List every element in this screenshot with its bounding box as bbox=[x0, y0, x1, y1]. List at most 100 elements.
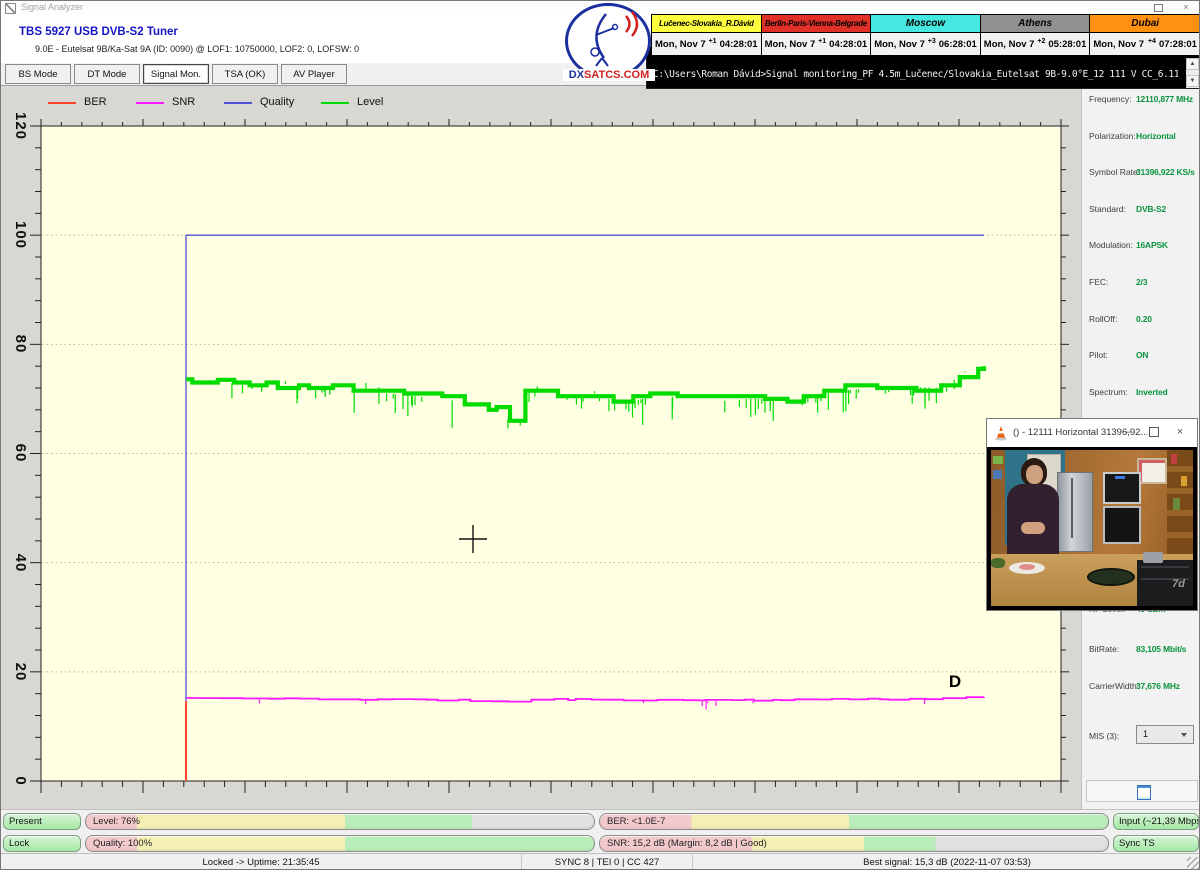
pot bbox=[1143, 552, 1163, 563]
y-tick-120: 120 bbox=[15, 108, 29, 144]
dxsatcs-logo: DXSATCS.COM bbox=[559, 3, 659, 87]
cmd-scrollbar[interactable]: ▲ ▼ bbox=[1186, 58, 1199, 88]
video-minimize-button[interactable]: – bbox=[1119, 425, 1137, 441]
oven-display bbox=[1115, 476, 1125, 479]
signal-status-bars: Present Lock Level: 76% Quality: 100% BE… bbox=[1, 809, 1200, 853]
param-polarization: Polarization:Horizontal bbox=[1082, 131, 1200, 143]
clock-athens: Athens Mon, Nov 7+205:28:01 bbox=[981, 15, 1091, 55]
signal-chart[interactable]: D bbox=[1, 86, 1081, 809]
file-list-icon bbox=[1137, 785, 1151, 800]
satellite-dish-icon bbox=[568, 8, 648, 70]
lock-indicator: Lock bbox=[3, 835, 81, 852]
legend-quality: Quality bbox=[224, 96, 294, 110]
video-window: () - 12111 Horizontal 31396,92... – × bbox=[986, 418, 1198, 611]
close-button[interactable]: × bbox=[1175, 1, 1197, 14]
level-bar: Level: 76% bbox=[85, 813, 595, 830]
shelf-bottle bbox=[1173, 498, 1180, 510]
present-indicator: Present bbox=[3, 813, 81, 830]
param-spectrum: Spectrum:Inverted bbox=[1082, 387, 1200, 399]
clock-moscow: Moscow Mon, Nov 7+306:28:01 bbox=[871, 15, 981, 55]
vlc-cone-icon bbox=[994, 425, 1008, 441]
clock-dubai: Dubai Mon, Nov 7+407:28:01 bbox=[1090, 15, 1200, 55]
plate-food bbox=[1019, 564, 1035, 570]
wall-art bbox=[1137, 458, 1167, 484]
tab-dt-mode[interactable]: DT Mode bbox=[74, 64, 140, 84]
window-title: Signal Analyzer bbox=[21, 2, 83, 12]
tab-signal-mon[interactable]: Signal Mon. bbox=[143, 64, 209, 84]
mis-dropdown[interactable]: 1 bbox=[1136, 725, 1194, 744]
sync-ts-indicator: Sync TS bbox=[1113, 835, 1199, 852]
legend-level: Level bbox=[321, 96, 383, 110]
video-close-button[interactable]: × bbox=[1171, 425, 1189, 441]
dark-plate bbox=[1087, 568, 1135, 586]
y-tick-40: 40 bbox=[15, 545, 29, 581]
legend-ber: BER bbox=[48, 96, 107, 110]
param-modulation: Modulation:16APSK bbox=[1082, 240, 1200, 252]
legend-line-ber bbox=[48, 102, 76, 104]
legend-line-snr bbox=[136, 102, 164, 104]
y-tick-80: 80 bbox=[15, 326, 29, 362]
clock-lucenec: Lučenec-Slovakia_R.Dávid Mon, Nov 7+104:… bbox=[652, 15, 762, 55]
channel-watermark: 7d bbox=[1172, 578, 1185, 590]
prompt-line: C:\Users\Roman Dávid>Signal monitoring_P… bbox=[653, 69, 1178, 80]
legend-line-quality bbox=[224, 102, 252, 104]
tab-av-player[interactable]: AV Player bbox=[281, 64, 347, 84]
y-tick-100: 100 bbox=[15, 217, 29, 253]
y-tick-60: 60 bbox=[15, 435, 29, 471]
y-tick-20: 20 bbox=[15, 654, 29, 690]
logo-ellipse bbox=[565, 3, 651, 79]
clock-berlin: Berlin-Paris-Vienna-Belgrade Mon, Nov 7+… bbox=[762, 15, 872, 55]
video-frame[interactable]: 7d bbox=[987, 447, 1197, 610]
param-fec: FEC:2/3 bbox=[1082, 277, 1200, 289]
quality-bar: Quality: 100% bbox=[85, 835, 595, 852]
snr-bar: SNR: 15,2 dB (Margin: 8,2 dB | Good) bbox=[599, 835, 1109, 852]
shelf-items bbox=[993, 456, 1003, 464]
app-icon bbox=[5, 3, 16, 14]
statusbar: Locked -> Uptime: 21:35:45 SYNC 8 | TEI … bbox=[1, 853, 1200, 870]
status-uptime: Locked -> Uptime: 21:35:45 bbox=[1, 854, 522, 870]
scroll-up-icon[interactable]: ▲ bbox=[1186, 58, 1199, 70]
logo-text: DXSATCS.COM bbox=[563, 69, 655, 81]
stove-grate bbox=[1141, 566, 1189, 568]
chevron-down-icon bbox=[1181, 733, 1187, 737]
chart-panel: D BER SNR Quality Level 120 100 80 60 40… bbox=[1, 86, 1081, 809]
person-face bbox=[1026, 465, 1043, 484]
shelf-bottle bbox=[1171, 454, 1177, 464]
param-standard: Standard:DVB-S2 bbox=[1082, 204, 1200, 216]
scroll-down-icon[interactable]: ▼ bbox=[1186, 75, 1199, 87]
tab-tsa[interactable]: TSA (OK) bbox=[212, 64, 278, 84]
status-sync: SYNC 8 | TEI 0 | CC 427 bbox=[522, 854, 693, 870]
person-arm bbox=[1021, 522, 1045, 534]
y-tick-0: 0 bbox=[15, 763, 29, 799]
param-symbol-rate: Symbol Rate:31396,922 KS/s bbox=[1082, 167, 1200, 179]
oven-lower bbox=[1103, 506, 1141, 544]
param-rolloff: RollOff:0.20 bbox=[1082, 314, 1200, 326]
fridge-handle bbox=[1071, 478, 1073, 538]
legend-line-level bbox=[321, 102, 349, 104]
tuning-info: 9.0E - Eutelsat 9B/Ka-Sat 9A (ID: 0090) … bbox=[35, 44, 359, 54]
video-content: 7d bbox=[991, 450, 1193, 606]
param-frequency: Frequency:12110,877 MHz bbox=[1082, 94, 1200, 106]
tuner-name: TBS 5927 USB DVB-S2 Tuner bbox=[19, 26, 178, 38]
video-titlebar[interactable]: () - 12111 Horizontal 31396,92... – × bbox=[987, 419, 1197, 448]
signal-analyzer-window: Signal Analyzer × TBS 5927 USB DVB-S2 Tu… bbox=[0, 0, 1200, 870]
greens-bowl bbox=[991, 558, 1005, 568]
svg-text:D: D bbox=[949, 672, 961, 691]
param-carrierwidth: CarrierWidth:37,676 MHz bbox=[1082, 681, 1200, 693]
world-clocks: Lučenec-Slovakia_R.Dávid Mon, Nov 7+104:… bbox=[651, 14, 1200, 56]
video-maximize-button[interactable] bbox=[1145, 425, 1163, 441]
status-best-signal: Best signal: 15,3 dB (2022-11-07 03:53) bbox=[693, 854, 1200, 870]
legend-snr: SNR bbox=[136, 96, 195, 110]
shelf-items bbox=[993, 470, 1002, 479]
maximize-button[interactable] bbox=[1147, 1, 1169, 14]
tab-bs-mode[interactable]: BS Mode bbox=[5, 64, 71, 84]
input-indicator: Input (~21,39 Mbps) bbox=[1113, 813, 1199, 830]
shelf-bottle bbox=[1181, 476, 1187, 486]
log-button[interactable] bbox=[1086, 780, 1198, 802]
param-pilot: Pilot:ON bbox=[1082, 350, 1200, 362]
param-bitrate: BitRate:83,105 Mbit/s bbox=[1082, 644, 1200, 656]
fridge bbox=[1057, 472, 1093, 552]
ber-bar: BER: <1.0E-7 bbox=[599, 813, 1109, 830]
resize-grip[interactable] bbox=[1187, 857, 1199, 869]
right-shelving bbox=[1167, 450, 1193, 560]
